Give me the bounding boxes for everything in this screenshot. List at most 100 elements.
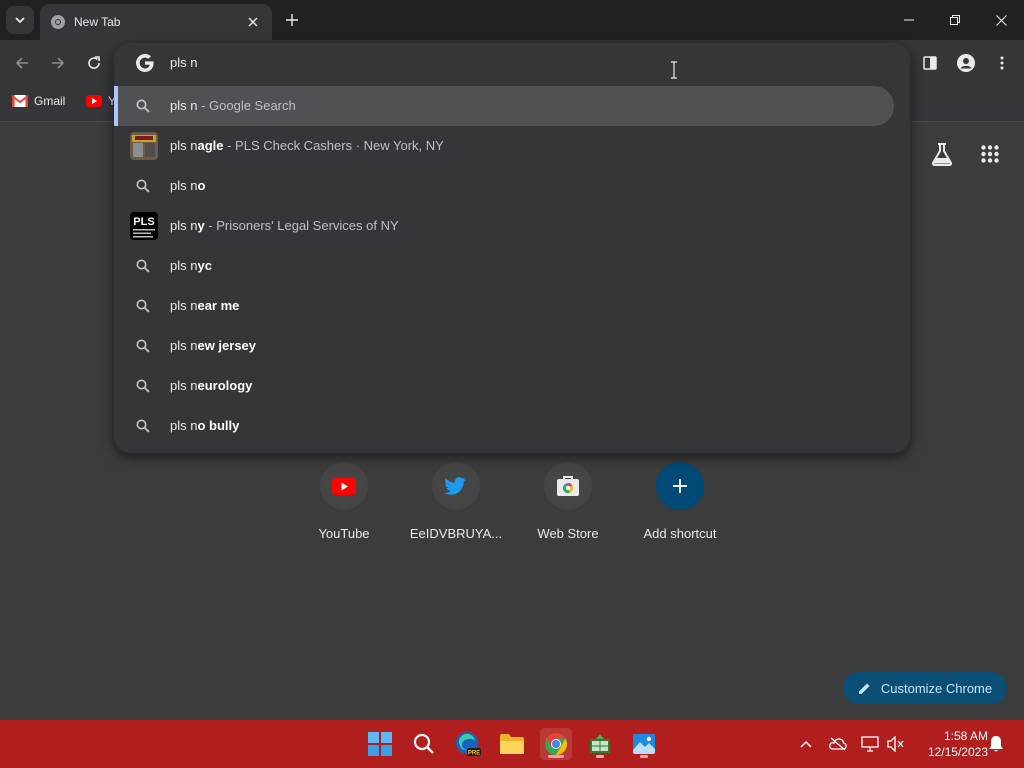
title-bar: New Tab: [0, 0, 1024, 40]
folder-icon: [500, 734, 524, 754]
suggestion-completion: agle: [197, 138, 224, 153]
customize-label: Customize Chrome: [880, 680, 993, 696]
suggestion-text: pls new jersey: [170, 338, 256, 353]
twitter-icon: [445, 477, 466, 495]
tab-close-button[interactable]: [244, 13, 262, 31]
omnibox-suggestion[interactable]: pls no: [114, 166, 910, 206]
photos-icon: [633, 734, 655, 754]
volume-tray-icon[interactable]: [884, 732, 908, 756]
suggestion-text: pls no: [170, 178, 205, 193]
back-button[interactable]: [10, 51, 34, 75]
side-panel-icon: [923, 56, 937, 70]
customize-chrome-button[interactable]: Customize Chrome: [843, 672, 1007, 704]
onedrive-tray-icon[interactable]: [826, 732, 850, 756]
side-panel-button[interactable]: [918, 51, 942, 75]
taskbar-chrome-button[interactable]: [540, 728, 572, 760]
new-tab-button[interactable]: [282, 10, 302, 30]
suggestion-typed: pls n: [170, 98, 198, 113]
omnibox-suggestion[interactable]: pls new jersey: [114, 326, 910, 366]
restore-button[interactable]: [932, 0, 978, 40]
suggestion-completion: o bully: [197, 418, 240, 433]
search-icon: [136, 299, 150, 313]
running-indicator: [596, 755, 604, 758]
taskbar-photos-button[interactable]: [628, 728, 660, 760]
profile-button[interactable]: [954, 51, 978, 75]
shortcut-web-store[interactable]: Web Store: [512, 462, 624, 541]
omnibox-suggestion[interactable]: pls no bully: [114, 406, 910, 446]
minimize-button[interactable]: [886, 0, 932, 40]
windows-icon: [368, 732, 392, 756]
tab-new-tab[interactable]: New Tab: [40, 4, 272, 40]
start-button[interactable]: [364, 728, 396, 760]
shortcut-label: Add shortcut: [643, 526, 717, 541]
taskbar-search-button[interactable]: [408, 728, 440, 760]
display-tray-icon[interactable]: [858, 732, 882, 756]
youtube-icon: [332, 477, 356, 495]
chrome-labs-button[interactable]: [928, 140, 956, 168]
suggestion-completion: y: [197, 218, 205, 233]
suggestion-completion: yc: [197, 258, 212, 273]
search-icon: [136, 419, 150, 433]
bookmark-youtube[interactable]: Y: [86, 94, 116, 108]
clock-date: 12/15/2023: [927, 745, 988, 759]
omnibox-input[interactable]: pls n: [114, 43, 910, 83]
shortcut-tile: [656, 462, 704, 510]
shortcut-twitter[interactable]: EeIDVBRUYA...: [400, 462, 512, 541]
chevron-down-icon: [15, 17, 25, 24]
omnibox-dropdown: pls n pls n - Google Search pls nagle - P…: [114, 43, 910, 453]
suggestion-typed: pls n: [170, 378, 198, 393]
forward-button[interactable]: [46, 51, 70, 75]
youtube-icon: [86, 95, 102, 107]
taskbar-app-button[interactable]: [584, 728, 616, 760]
menu-button[interactable]: [990, 51, 1014, 75]
suggestion-completion: ear me: [197, 298, 240, 313]
omnibox-suggestion[interactable]: pls near me: [114, 286, 910, 326]
profile-icon: [957, 54, 975, 72]
shortcut-tile: [320, 462, 368, 510]
taskbar-edge-button[interactable]: PRE: [452, 728, 484, 760]
taskbar-clock[interactable]: 1:58 AM 12/15/2023: [912, 728, 988, 760]
taskbar-explorer-button[interactable]: [496, 728, 528, 760]
search-icon: [136, 339, 150, 353]
bookmark-label: Gmail: [34, 94, 66, 108]
suggestion-text: pls near me: [170, 298, 239, 313]
close-window-button[interactable]: [978, 0, 1024, 40]
omnibox-suggestion[interactable]: pls neurology: [114, 366, 910, 406]
suggestion-description: - Google Search: [197, 98, 296, 113]
close-icon: [995, 14, 1007, 26]
tab-search-button[interactable]: [6, 6, 34, 34]
suggestion-text: pls no bully: [170, 418, 239, 433]
search-icon: [136, 99, 150, 113]
plus-icon: [286, 14, 298, 26]
suggestion-typed: pls n: [170, 218, 198, 233]
tab-title: New Tab: [74, 15, 121, 29]
reload-button[interactable]: [82, 51, 106, 75]
google-apps-button[interactable]: [976, 140, 1004, 168]
omnibox-suggestion[interactable]: pls n - Google Search: [114, 86, 894, 126]
suggestion-completion: eurology: [197, 378, 253, 393]
svg-text:PLS: PLS: [133, 216, 154, 228]
add-shortcut-button[interactable]: Add shortcut: [624, 462, 736, 541]
google-g-icon: [136, 54, 154, 72]
suggestion-description: - PLS Check Cashers · New York, NY: [223, 138, 444, 153]
show-hidden-icons-button[interactable]: [794, 732, 818, 756]
suggestion-text: pls neurology: [170, 378, 252, 393]
flask-icon: [931, 143, 953, 166]
taskbar: PRE 1:58 AM 12/15/2023: [0, 720, 1024, 768]
bookmark-gmail[interactable]: Gmail: [12, 94, 65, 108]
suggestion-typed: pls n: [170, 298, 198, 313]
search-icon: [413, 733, 434, 754]
search-icon: [136, 259, 150, 273]
notifications-button[interactable]: [984, 732, 1008, 756]
shortcut-label: YouTube: [318, 526, 370, 541]
restore-icon: [950, 15, 960, 25]
webstore-icon: [557, 476, 579, 496]
cloud-off-icon: [829, 737, 847, 751]
shortcut-youtube[interactable]: YouTube: [288, 462, 400, 541]
omnibox-suggestion[interactable]: pls nyc: [114, 246, 910, 286]
omnibox-suggestion[interactable]: PLS pls ny - Prisoners' Legal Services of…: [114, 206, 910, 246]
chrome-favicon-icon: [51, 15, 65, 29]
running-indicator: [548, 755, 564, 758]
suggestion-typed: pls n: [170, 138, 198, 153]
omnibox-suggestion[interactable]: pls nagle - PLS Check Cashers · New York…: [114, 126, 910, 166]
